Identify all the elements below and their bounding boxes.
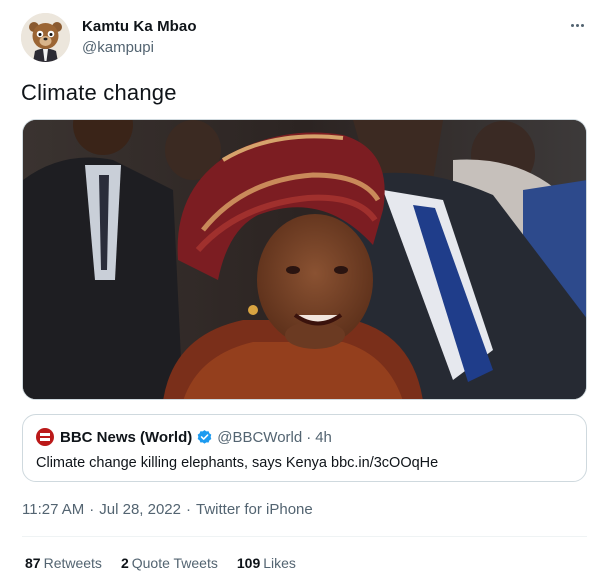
retweets-stat[interactable]: 87 Retweets [25, 555, 102, 571]
author-display-name[interactable]: Kamtu Ka Mbao [82, 18, 197, 35]
quote-tweets-stat[interactable]: 2 Quote Tweets [121, 555, 218, 571]
tweet-time[interactable]: 11:27 AM [22, 501, 84, 518]
tweet-detail: Kamtu Ka Mbao @kampupi Climate change BB… [0, 0, 599, 584]
tweet-text: Climate change [21, 80, 177, 105]
verified-badge-icon [197, 429, 212, 444]
separator-dot: · [306, 428, 312, 446]
bbc-news-logo-icon [36, 428, 54, 446]
quote-tweets-count: 2 [120, 555, 129, 571]
more-options-button[interactable] [566, 14, 588, 36]
divider [22, 536, 587, 537]
quoted-timestamp: 4h [315, 428, 332, 446]
tweet-source[interactable]: Twitter for iPhone [196, 501, 313, 518]
quoted-tweet-text: Climate change killing elephants, says K… [36, 455, 439, 471]
engagement-stats: 87 Retweets 2 Quote Tweets 109 Likes [25, 555, 315, 571]
quoted-handle: @BBCWorld [217, 428, 303, 446]
likes-stat[interactable]: 109 Likes [237, 555, 296, 571]
tweet-photo[interactable] [22, 119, 587, 400]
likes-label: Likes [263, 555, 296, 571]
retweets-count: 87 [25, 555, 41, 571]
avatar[interactable] [21, 13, 70, 62]
author-handle[interactable]: @kampupi [82, 39, 154, 56]
quoted-display-name: BBC News (World) [60, 428, 193, 446]
quoted-tweet-card[interactable]: BBC News (World) @BBCWorld · 4h Climate … [22, 414, 587, 482]
more-horizontal-icon [570, 23, 574, 27]
separator-dot: · [89, 501, 95, 518]
quoted-tweet-header: BBC News (World) @BBCWorld · 4h [36, 428, 332, 446]
separator-dot: · [186, 501, 191, 518]
quote-tweets-label: Quote Tweets [131, 555, 218, 571]
retweets-label: Retweets [43, 555, 102, 571]
likes-count: 109 [236, 555, 261, 571]
tweet-date[interactable]: Jul 28, 2022 [99, 501, 181, 518]
tweet-metadata: 11:27 AM · Jul 28, 2022 · Twitter for iPhone [22, 501, 313, 518]
